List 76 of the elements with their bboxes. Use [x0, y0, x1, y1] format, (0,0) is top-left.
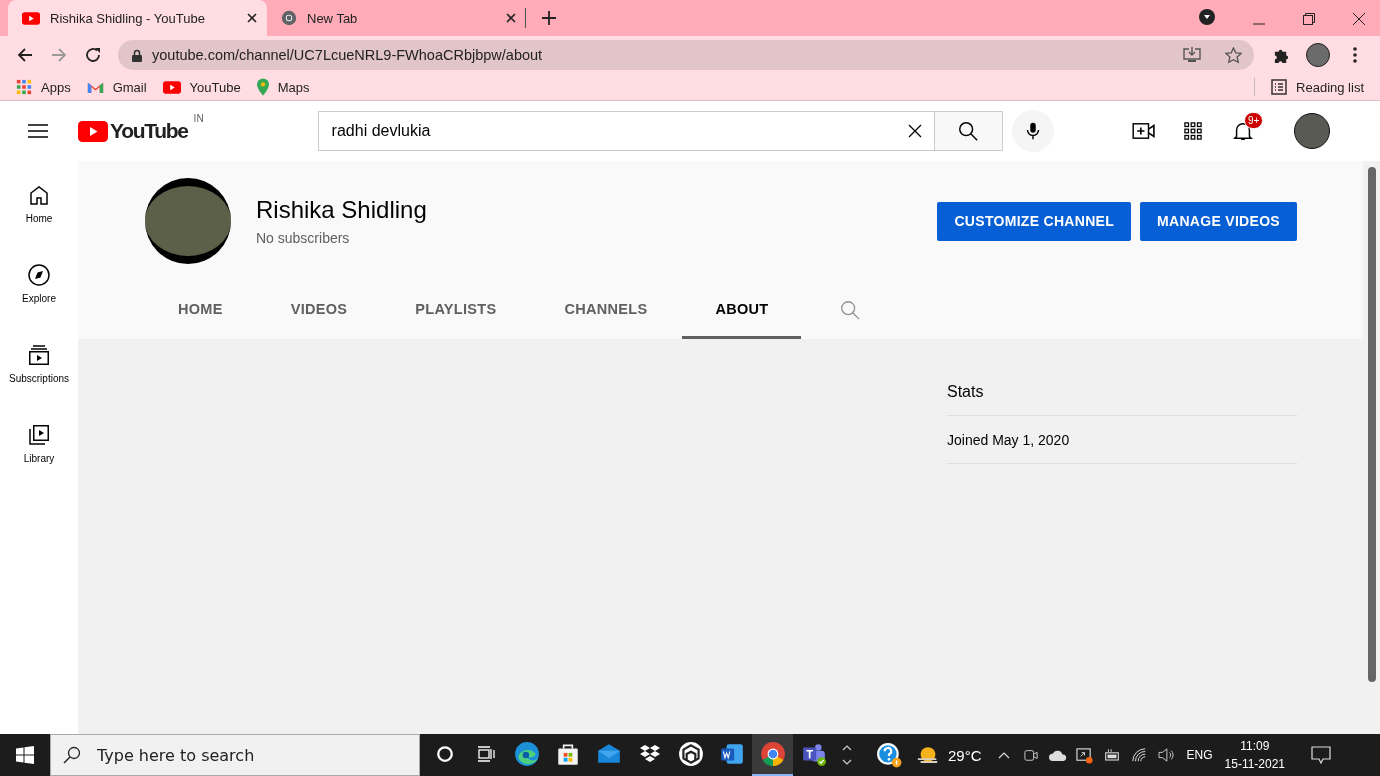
microphone-button[interactable] — [1011, 110, 1054, 152]
grid-icon — [16, 79, 32, 95]
library-icon — [27, 423, 51, 447]
sidebar-item[interactable]: Home — [0, 173, 78, 253]
play-logo-icon — [22, 11, 40, 25]
search-button[interactable] — [934, 111, 1003, 151]
map-pin-icon — [256, 78, 269, 96]
envelope-m-icon — [86, 80, 104, 94]
help-icon[interactable] — [876, 742, 902, 768]
play-logo-icon — [162, 80, 181, 94]
stats-heading: Stats — [947, 383, 1297, 416]
chevron-down-icon[interactable] — [842, 759, 852, 765]
sidebar-item[interactable]: Subscriptions — [0, 333, 78, 413]
tab-title: Rishika Shidling - YouTube — [50, 10, 206, 26]
bookmark-link[interactable]: Apps — [16, 79, 71, 95]
country-code: IN — [193, 113, 204, 124]
language-indicator[interactable]: ENG — [1186, 748, 1213, 762]
scrollbar-thumb[interactable] — [1367, 167, 1376, 682]
close-icon[interactable] — [506, 13, 516, 23]
bookmark-star-icon[interactable] — [1225, 46, 1242, 64]
restore-icon[interactable] — [1303, 13, 1315, 25]
search-icon — [63, 746, 81, 764]
play-logo-icon — [78, 120, 108, 142]
bookmark-link[interactable]: Maps — [256, 78, 310, 96]
bookmark-link[interactable]: YouTube — [162, 79, 241, 95]
clock-time[interactable]: 11:09 — [1240, 739, 1270, 753]
close-icon[interactable] — [1353, 13, 1365, 25]
tab-search-icon[interactable] — [1199, 9, 1215, 25]
clock-date[interactable]: 15-11-2021 — [1224, 757, 1286, 771]
youtube-logo[interactable]: YouTube — [78, 119, 190, 143]
lock-icon[interactable] — [132, 48, 142, 62]
logo-wordmark: YouTube — [110, 119, 189, 143]
taskbar-search-input[interactable]: Type here to search — [95, 744, 399, 766]
reading-list-button[interactable]: Reading list — [1271, 79, 1364, 95]
clear-icon[interactable] — [907, 124, 922, 138]
search-input[interactable]: radhi devlukia — [331, 119, 908, 143]
sidebar-item[interactable]: Explore — [0, 253, 78, 333]
browser-tab[interactable]: Rishika Shidling - YouTube — [8, 0, 267, 36]
notification-count: 9+ — [1244, 112, 1264, 129]
chrome-logo-icon[interactable] — [752, 734, 793, 776]
channel-name: Rishika Shidling — [256, 196, 427, 224]
notification-icon[interactable] — [1311, 746, 1332, 764]
install-app-icon[interactable] — [1183, 47, 1201, 63]
sidebar-item[interactable]: Library — [0, 413, 78, 493]
subscriptions-icon — [27, 343, 51, 367]
subscriber-count: No subscribers — [256, 230, 351, 246]
address-bar[interactable]: youtube.com/channel/UC7LcueNRL9-FWhoaCRbjbpw/about — [118, 40, 1254, 70]
channel-tab[interactable]: VIDEOS — [257, 281, 381, 339]
close-icon[interactable] — [247, 13, 257, 23]
channel-tab[interactable]: PLAYLISTS — [382, 281, 530, 339]
home-icon — [27, 183, 51, 207]
channel-tab[interactable]: HOME — [145, 281, 256, 339]
chevron-up-icon[interactable] — [842, 745, 852, 751]
search-icon — [957, 120, 980, 142]
channel-action-button[interactable]: MANAGE VIDEOS — [1140, 201, 1297, 241]
joined-date: Joined May 1, 2020 — [947, 416, 1297, 464]
browser-tab[interactable]: New Tab — [267, 0, 526, 36]
video-camera-plus-icon[interactable] — [1132, 122, 1156, 140]
bookmark-link[interactable]: Gmail — [86, 79, 147, 95]
chrome-logo-icon — [281, 10, 297, 26]
profile-avatar[interactable] — [1306, 43, 1330, 67]
menu-icon[interactable] — [28, 124, 48, 138]
search-field[interactable]: radhi devlukia — [317, 111, 935, 151]
compass-icon — [27, 263, 51, 287]
taskbar-search-field[interactable]: Type here to search — [50, 734, 420, 776]
profile-avatar[interactable] — [1294, 113, 1330, 149]
new-tab-icon[interactable] — [542, 11, 556, 25]
apps-grid-icon[interactable] — [1184, 122, 1202, 140]
list-icon — [1271, 79, 1288, 95]
temperature-reading[interactable]: 29°C — [948, 746, 982, 764]
url-text: youtube.com/channel/UC7LcueNRL9-FWhoaCRbjbpw/about — [152, 47, 543, 63]
channel-action-button[interactable]: CUSTOMIZE CHANNEL — [937, 201, 1132, 241]
tab-title: New Tab — [307, 10, 359, 26]
sun-cloud-icon[interactable] — [916, 745, 940, 765]
channel-tab[interactable]: ABOUT — [682, 281, 802, 339]
channel-tab[interactable]: CHANNELS — [531, 281, 681, 339]
